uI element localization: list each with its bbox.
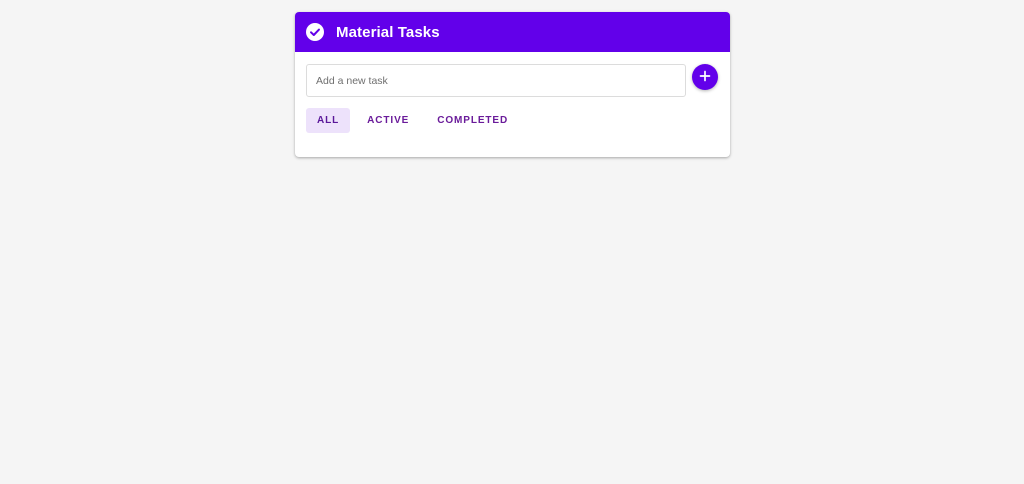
filter-tabs: ALL ACTIVE COMPLETED xyxy=(306,108,525,133)
task-card: Material Tasks ALL ACTIVE COMPLETED xyxy=(295,12,730,157)
tab-completed[interactable]: COMPLETED xyxy=(426,108,519,133)
check-circle-icon xyxy=(306,23,324,41)
add-task-row xyxy=(306,64,718,97)
app-title: Material Tasks xyxy=(336,23,440,41)
plus-icon xyxy=(699,70,711,85)
tab-active[interactable]: ACTIVE xyxy=(356,108,420,133)
tab-all[interactable]: ALL xyxy=(306,108,351,133)
add-task-button[interactable] xyxy=(692,64,718,90)
new-task-input[interactable] xyxy=(306,64,686,97)
app-header: Material Tasks xyxy=(295,12,730,52)
